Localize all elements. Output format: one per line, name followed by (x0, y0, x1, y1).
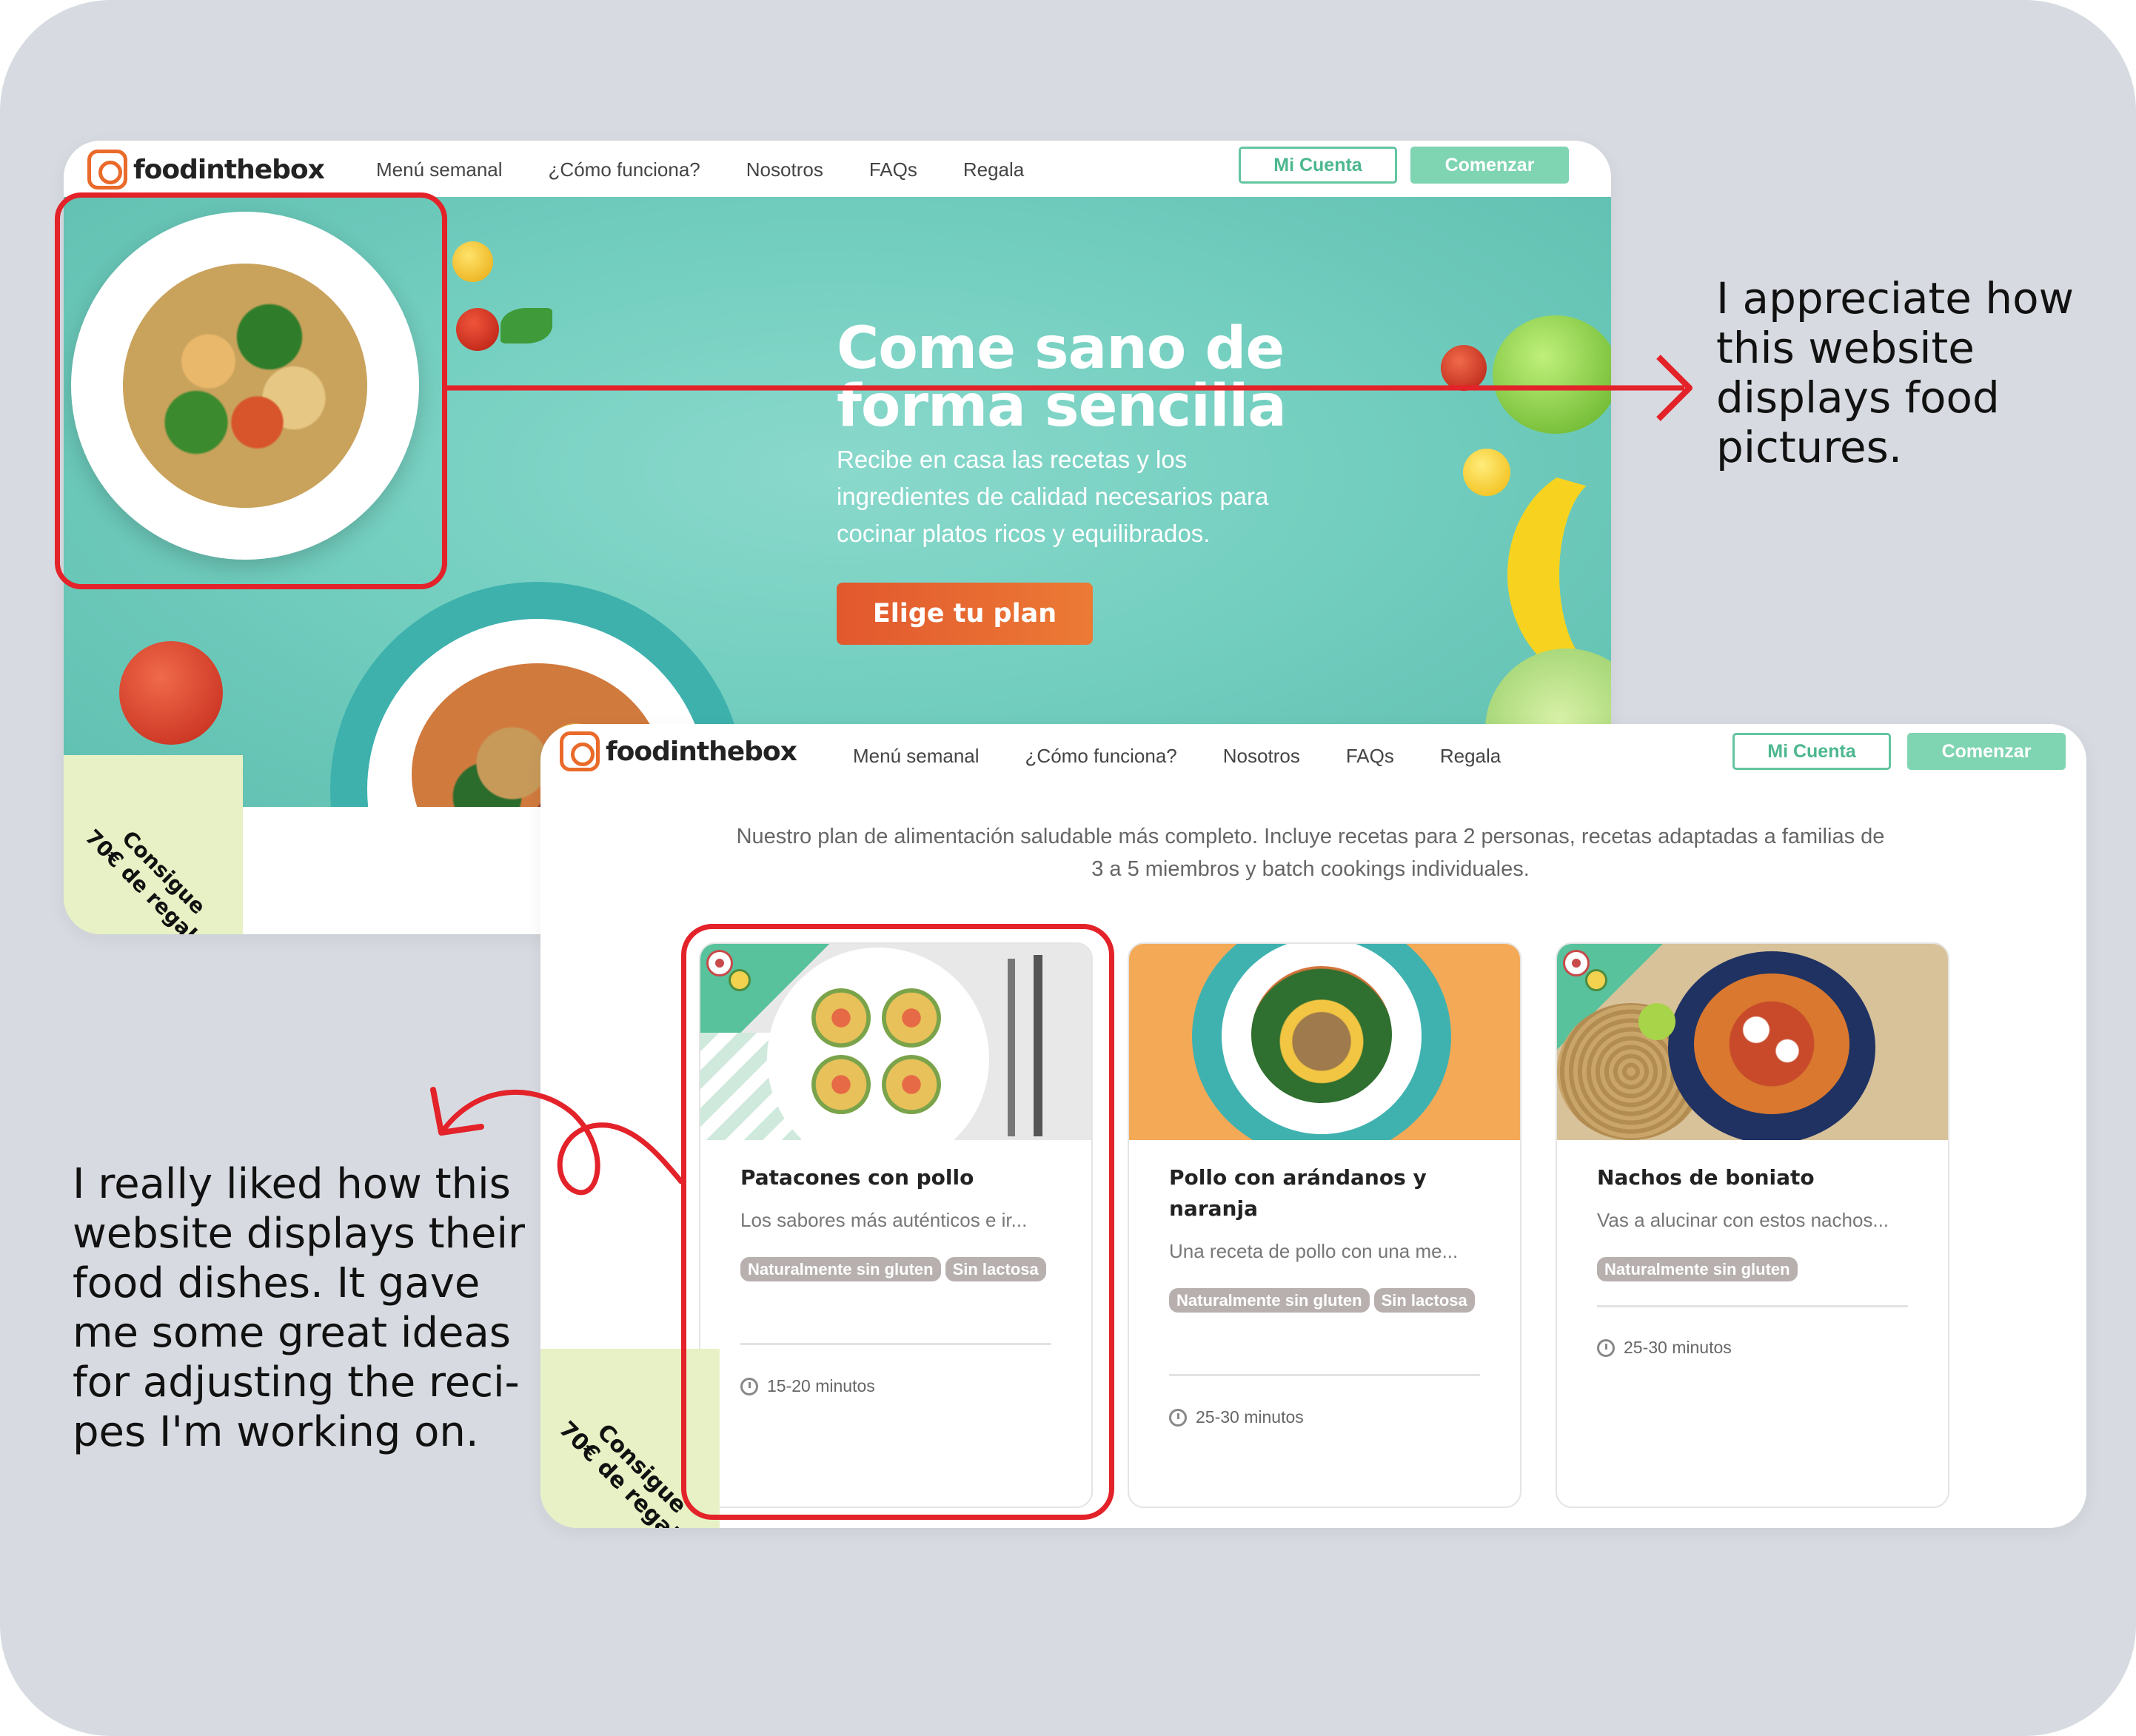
annotation-arrows (430, 355, 1693, 1196)
annotation-note2: I really liked how this website displays… (73, 1160, 526, 1456)
canvas: foodinthebox Menú semanal ¿Cómo funciona… (0, 0, 2136, 1736)
arrowhead-note2 (430, 1087, 484, 1136)
annotation-note1: I appreciate how this website displays f… (1716, 273, 2075, 472)
